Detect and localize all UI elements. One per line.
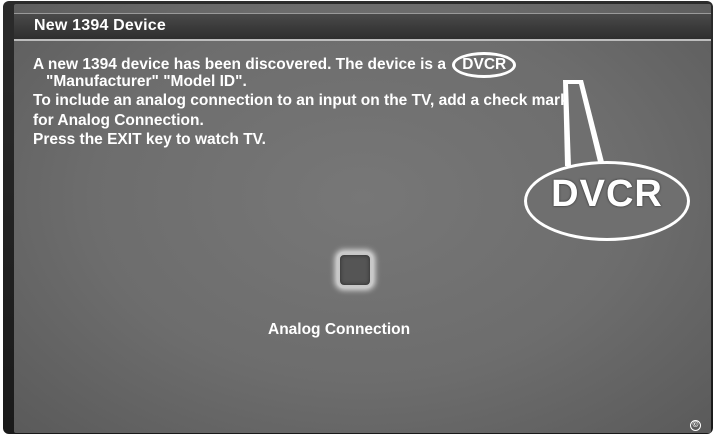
message-line-3: To include an analog connection to an in… bbox=[33, 92, 569, 109]
callout-label: DVCR bbox=[551, 173, 663, 215]
dialog-title-bar: New 1394 Device bbox=[14, 13, 711, 41]
message-line-4: for Analog Connection. bbox=[33, 111, 204, 129]
tv-screenshot: New 1394 Device A new 1394 device has be… bbox=[0, 0, 718, 437]
device-type-highlight: DVCR bbox=[452, 52, 517, 78]
message-line-1: A new 1394 device has been discovered. T… bbox=[33, 52, 569, 78]
message-line-5: Press the EXIT key to watch TV. bbox=[33, 131, 266, 148]
copyright-icon: © bbox=[690, 420, 701, 431]
dvcr-callout-bubble: DVCR bbox=[524, 161, 690, 241]
dialog-message: A new 1394 device has been discovered. T… bbox=[33, 52, 569, 150]
analog-connection-checkbox[interactable] bbox=[337, 252, 373, 288]
device-type: DVCR bbox=[462, 56, 507, 73]
message-line-1-text: A new 1394 device has been discovered. T… bbox=[33, 56, 446, 73]
analog-connection-label: Analog Connection bbox=[268, 321, 411, 338]
dialog-title: New 1394 Device bbox=[34, 17, 166, 34]
